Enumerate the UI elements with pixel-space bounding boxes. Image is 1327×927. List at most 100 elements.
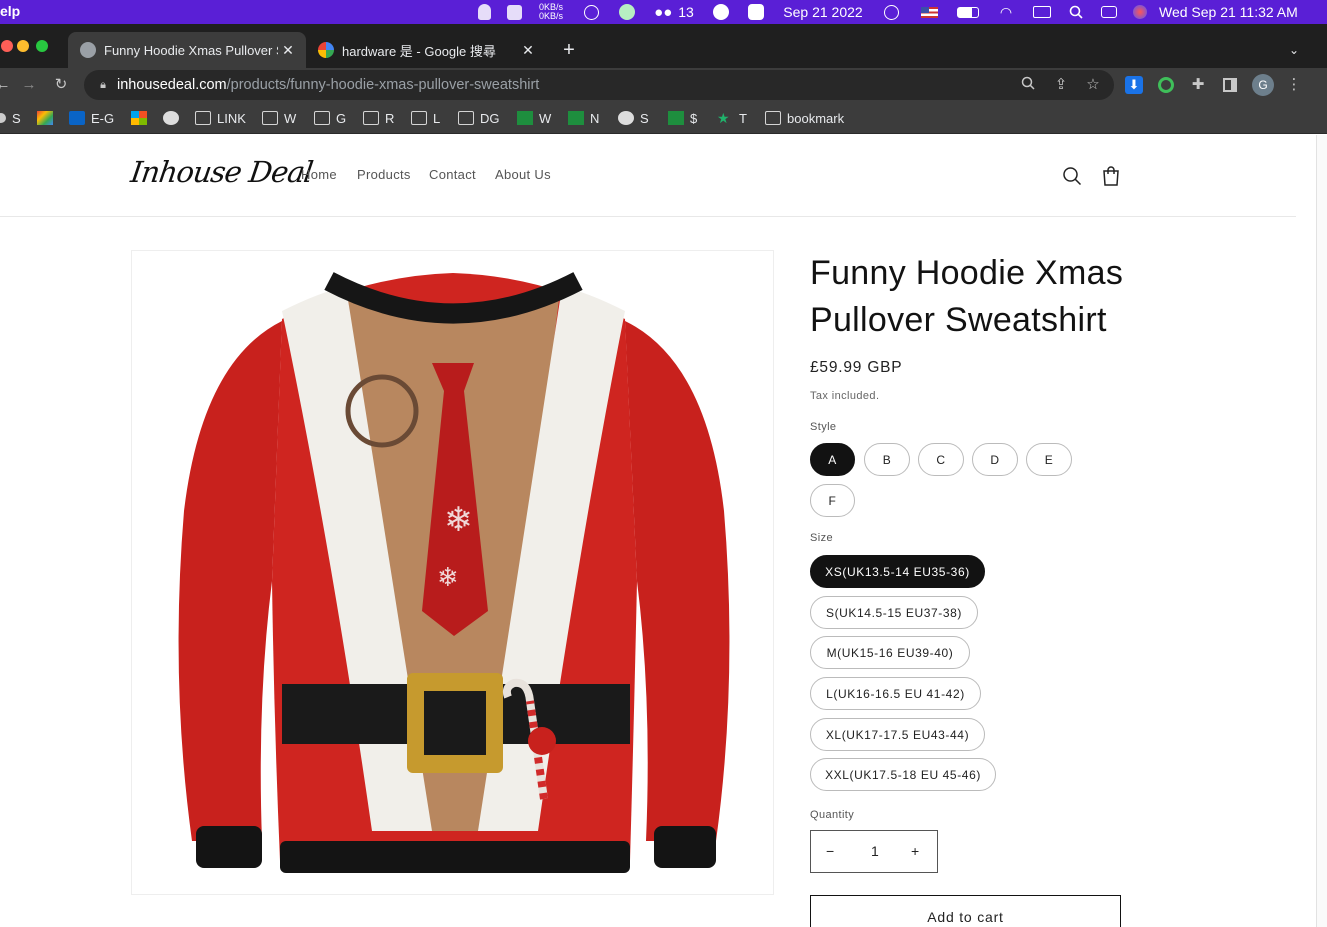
cart-icon[interactable] xyxy=(1101,165,1121,192)
quantity-input[interactable]: 1 xyxy=(871,843,879,859)
extensions-puzzle-icon[interactable]: ✚ xyxy=(1189,76,1207,94)
wifi-icon[interactable]: ◠ xyxy=(987,0,1025,24)
screen: elp 0KB/s 0KB/s ●● 13 Sep 21 2022 ◠ Wed … xyxy=(0,0,1327,927)
tab-title: hardware 是 - Google 搜尋 xyxy=(342,43,496,59)
more-menu-icon[interactable]: ⋮ xyxy=(1285,76,1303,94)
bookmark-folder[interactable]: LINK xyxy=(195,109,246,127)
battery-icon[interactable] xyxy=(949,0,987,24)
style-option-f[interactable]: F xyxy=(810,484,855,517)
bookmark-folder[interactable]: L xyxy=(411,109,440,127)
size-option-l[interactable]: L(UK16-16.5 EU 41-42) xyxy=(810,677,981,710)
side-panel-icon[interactable] xyxy=(1221,76,1239,94)
window-minimize-button[interactable] xyxy=(17,40,29,52)
new-tab-button[interactable]: + xyxy=(556,32,582,68)
globe-icon xyxy=(163,111,179,125)
add-to-cart-button[interactable]: Add to cart xyxy=(810,895,1121,927)
profile-avatar[interactable]: G xyxy=(1252,74,1274,96)
bookmark-star-icon[interactable]: ☆ xyxy=(1084,76,1102,94)
tab-product-page[interactable]: Funny Hoodie Xmas Pullover Sweatshirt ✕ xyxy=(68,32,306,68)
menubar-date[interactable]: Sep 21 2022 xyxy=(773,0,873,24)
bookmark-item[interactable]: $ xyxy=(668,109,697,127)
style-option-c[interactable]: C xyxy=(918,443,964,476)
bookmark-folder[interactable]: W xyxy=(262,109,296,127)
bookmark-label: $ xyxy=(690,110,698,126)
bookmark-item[interactable]: N xyxy=(568,109,599,127)
forward-icon[interactable]: → xyxy=(20,76,38,94)
control-center-icon[interactable] xyxy=(1093,0,1125,24)
svg-text:❄: ❄ xyxy=(437,563,459,593)
keyboard-icon[interactable] xyxy=(1025,0,1059,24)
reload-icon[interactable]: ↻ xyxy=(52,76,70,94)
bookmark-item[interactable]: S xyxy=(618,109,649,127)
bookmark-item[interactable]: ★ T xyxy=(717,109,747,127)
extension-ring-icon[interactable] xyxy=(1157,76,1175,94)
wechat-status[interactable]: ●● 13 xyxy=(645,0,703,24)
bookmark-folder[interactable]: G xyxy=(314,109,346,127)
bookmark-item[interactable]: W xyxy=(517,109,551,127)
app-menu-label[interactable]: elp xyxy=(0,3,20,19)
share-icon[interactable]: ⇪ xyxy=(1052,76,1070,94)
size-option-s[interactable]: S(UK14.5-15 EU37-38) xyxy=(810,596,978,629)
download-extension-icon[interactable]: ⬇ xyxy=(1125,76,1143,94)
checkmark-icon[interactable] xyxy=(739,0,773,24)
spotlight-search-icon[interactable] xyxy=(1059,0,1093,24)
bookmark-folder[interactable]: DG xyxy=(458,109,500,127)
globe-icon xyxy=(618,111,634,125)
store-logo[interactable]: Inhouse Deal xyxy=(129,155,315,189)
quantity-minus-button[interactable]: − xyxy=(826,843,834,859)
cat-icon[interactable] xyxy=(499,0,529,24)
style-option-d[interactable]: D xyxy=(972,443,1018,476)
product-image[interactable]: ❄ ❄ xyxy=(131,250,774,895)
nav-contact[interactable]: Contact xyxy=(429,167,476,182)
style-option-b[interactable]: B xyxy=(864,443,910,476)
menubar-clock[interactable]: Wed Sep 21 11:32 AM xyxy=(1155,0,1327,24)
style-option-a[interactable]: A xyxy=(810,443,855,476)
qq-icon[interactable] xyxy=(469,0,499,24)
product-price: £59.99 GBP xyxy=(810,359,903,376)
bookmark-folder[interactable]: bookmark xyxy=(765,109,844,127)
bookmark-label: S xyxy=(12,110,21,126)
bookmark-item[interactable] xyxy=(163,109,185,127)
search-icon[interactable] xyxy=(1062,166,1082,191)
teamviewer-icon[interactable] xyxy=(703,0,739,24)
folder-icon xyxy=(363,111,379,125)
bookmark-item[interactable]: S xyxy=(0,109,21,127)
back-icon[interactable]: ← xyxy=(0,76,12,94)
nav-home[interactable]: Home xyxy=(301,167,337,182)
folder-icon xyxy=(195,111,211,125)
window-close-button[interactable] xyxy=(1,40,13,52)
bookmark-label: bookmark xyxy=(787,110,845,126)
style-option-e[interactable]: E xyxy=(1026,443,1072,476)
bookmark-item[interactable]: E-G xyxy=(69,109,114,127)
size-option-xs[interactable]: XS(UK13.5-14 EU35-36) xyxy=(810,555,985,588)
bookmark-item[interactable] xyxy=(131,109,153,127)
zoom-icon[interactable] xyxy=(1019,76,1037,94)
size-option-xxl[interactable]: XXL(UK17.5-18 EU 45-46) xyxy=(810,758,996,791)
feather-icon[interactable] xyxy=(573,0,609,24)
address-bar[interactable]: 🔒︎ inhousedeal.com/products/funny-hoodie… xyxy=(84,70,1114,100)
store-header: Inhouse Deal Home Products Contact About… xyxy=(0,135,1296,217)
size-option-xl[interactable]: XL(UK17-17.5 EU43-44) xyxy=(810,718,985,751)
tab-close-icon[interactable]: ✕ xyxy=(278,42,298,59)
web-page: Inhouse Deal Home Products Contact About… xyxy=(0,135,1316,927)
siri-icon[interactable] xyxy=(1125,0,1155,24)
time-machine-icon[interactable] xyxy=(873,0,909,24)
window-zoom-button[interactable] xyxy=(36,40,48,52)
gmail-icon xyxy=(37,111,53,125)
lock-icon[interactable]: 🔒︎ xyxy=(94,76,112,94)
quantity-plus-button[interactable]: + xyxy=(911,843,919,859)
tab-close-icon[interactable]: ✕ xyxy=(518,42,538,59)
tab-search-chevron-icon[interactable]: ⌄ xyxy=(1284,32,1304,68)
network-speed[interactable]: 0KB/s 0KB/s xyxy=(529,0,573,24)
quantity-label: Quantity xyxy=(810,809,855,821)
tab-google-search[interactable]: hardware 是 - Google 搜尋 ✕ xyxy=(306,32,546,68)
size-option-m[interactable]: M(UK15-16 EU39-40) xyxy=(810,636,970,669)
nav-products[interactable]: Products xyxy=(357,167,411,182)
style-label: Style xyxy=(810,421,837,433)
us-flag-icon[interactable] xyxy=(909,0,949,24)
nav-about-us[interactable]: About Us xyxy=(495,167,551,182)
bookmark-folder[interactable]: R xyxy=(363,109,394,127)
bookmark-item[interactable] xyxy=(37,109,59,127)
sheets-icon xyxy=(568,111,584,125)
line-icon[interactable] xyxy=(609,0,645,24)
